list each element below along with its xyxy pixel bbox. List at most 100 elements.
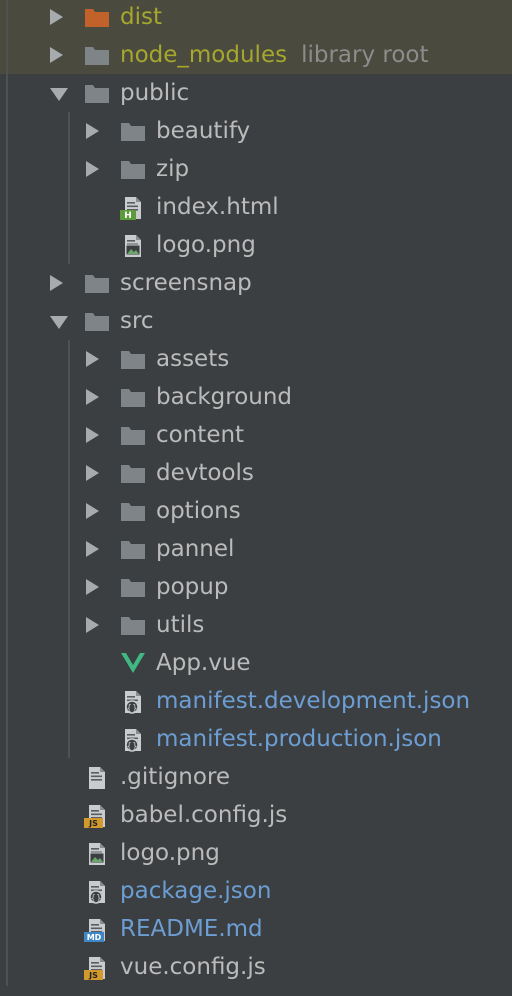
tree-row[interactable]: assets — [0, 340, 512, 378]
indent-guide — [6, 36, 8, 74]
tree-item-label: public — [120, 80, 190, 106]
tree-row[interactable]: {} manifest.production.json — [0, 720, 512, 758]
tree-item-label: content — [156, 422, 245, 448]
tree-item-label: screensnap — [120, 270, 252, 296]
expand-arrow-icon[interactable] — [50, 9, 63, 25]
collapse-arrow-icon[interactable] — [50, 88, 68, 101]
tree-row[interactable]: screensnap — [0, 264, 512, 302]
indent-guide — [6, 378, 8, 416]
indent-guide — [6, 302, 8, 340]
tree-row[interactable]: {} package.json — [0, 872, 512, 910]
expand-arrow-icon[interactable] — [86, 161, 99, 177]
indent-guide — [68, 454, 70, 492]
indent-guide — [6, 758, 8, 796]
indent-guide — [6, 454, 8, 492]
js-file-icon: JS — [84, 804, 110, 828]
tree-row[interactable]: node_modules library root — [0, 36, 512, 74]
indent-guide — [6, 834, 8, 872]
tree-row[interactable]: Hindex.html — [0, 188, 512, 226]
indent-guide — [6, 530, 8, 568]
tree-row[interactable]: utils — [0, 606, 512, 644]
tree-row[interactable]: public — [0, 74, 512, 112]
tree-item-label: options — [156, 498, 241, 524]
indent-guide — [68, 112, 70, 150]
expand-arrow-icon[interactable] — [50, 275, 63, 291]
indent-guide — [6, 74, 8, 112]
tree-row[interactable]: background — [0, 378, 512, 416]
indent-guide — [6, 416, 8, 454]
collapse-arrow-icon[interactable] — [50, 316, 68, 329]
indent-guide — [6, 492, 8, 530]
indent-guide — [6, 188, 8, 226]
tree-item-label: pannel — [156, 536, 235, 562]
folder-icon — [120, 424, 146, 446]
indent-guide — [6, 796, 8, 834]
expand-arrow-icon[interactable] — [86, 541, 99, 557]
tree-row[interactable]: beautify — [0, 112, 512, 150]
indent-guide — [68, 188, 70, 226]
tree-row[interactable]: zip — [0, 150, 512, 188]
expand-arrow-icon[interactable] — [50, 47, 63, 63]
expand-arrow-icon[interactable] — [86, 503, 99, 519]
tree-row[interactable]: .gitignore — [0, 758, 512, 796]
folder-icon — [120, 348, 146, 370]
folder-icon — [120, 158, 146, 180]
folder-icon — [120, 500, 146, 522]
library-root-note: library root — [301, 42, 429, 68]
tree-row[interactable]: {} manifest.development.json — [0, 682, 512, 720]
indent-guide — [6, 0, 8, 36]
tree-row[interactable]: JS vue.config.js — [0, 948, 512, 986]
folder-icon — [120, 386, 146, 408]
expand-arrow-icon[interactable] — [86, 351, 99, 367]
tree-item-label: .gitignore — [120, 764, 231, 790]
expand-arrow-icon[interactable] — [86, 579, 99, 595]
tree-item-label: dist — [120, 4, 162, 30]
indent-guide — [6, 644, 8, 682]
tree-item-label: node_modules library root — [120, 42, 429, 68]
tree-row[interactable]: MD README.md — [0, 910, 512, 948]
expand-arrow-icon[interactable] — [86, 123, 99, 139]
indent-guide — [6, 948, 8, 986]
expand-arrow-icon[interactable] — [86, 389, 99, 405]
tree-row[interactable]: JS babel.config.js — [0, 796, 512, 834]
tree-row[interactable]: App.vue — [0, 644, 512, 682]
expand-arrow-icon[interactable] — [86, 427, 99, 443]
indent-guide — [68, 226, 70, 264]
tree-item-label: manifest.development.json — [156, 688, 471, 714]
tree-item-label: README.md — [120, 916, 263, 942]
vue-file-icon — [120, 652, 146, 674]
folder-icon — [84, 310, 110, 332]
indent-guide — [68, 568, 70, 606]
folder-excluded-icon — [84, 6, 110, 28]
tree-row[interactable]: logo.png — [0, 226, 512, 264]
indent-guide — [68, 720, 70, 758]
tree-row[interactable]: devtools — [0, 454, 512, 492]
expand-arrow-icon[interactable] — [86, 617, 99, 633]
tree-item-label: package.json — [120, 878, 272, 904]
tree-row[interactable]: popup — [0, 568, 512, 606]
indent-guide — [6, 910, 8, 948]
tree-item-label: utils — [156, 612, 205, 638]
tree-row[interactable]: pannel — [0, 530, 512, 568]
tree-row[interactable]: options — [0, 492, 512, 530]
tree-item-label: logo.png — [156, 232, 256, 258]
expand-arrow-icon[interactable] — [86, 465, 99, 481]
tree-row[interactable]: logo.png — [0, 834, 512, 872]
image-file-icon — [84, 842, 110, 865]
svg-text:JS: JS — [88, 819, 98, 828]
tree-row[interactable]: content — [0, 416, 512, 454]
indent-guide — [6, 112, 8, 150]
tree-row[interactable]: dist — [0, 0, 512, 36]
folder-icon — [84, 272, 110, 294]
folder-icon — [84, 82, 110, 104]
indent-guide — [68, 644, 70, 682]
folder-icon — [84, 44, 110, 66]
indent-guide — [6, 264, 8, 302]
tree-row[interactable]: src — [0, 302, 512, 340]
json-file-icon: {} — [84, 880, 110, 904]
tree-item-label: babel.config.js — [120, 802, 288, 828]
svg-text:MD: MD — [87, 933, 102, 942]
json-file-icon: {} — [120, 690, 146, 714]
tree-item-label: zip — [156, 156, 190, 182]
indent-guide — [6, 340, 8, 378]
